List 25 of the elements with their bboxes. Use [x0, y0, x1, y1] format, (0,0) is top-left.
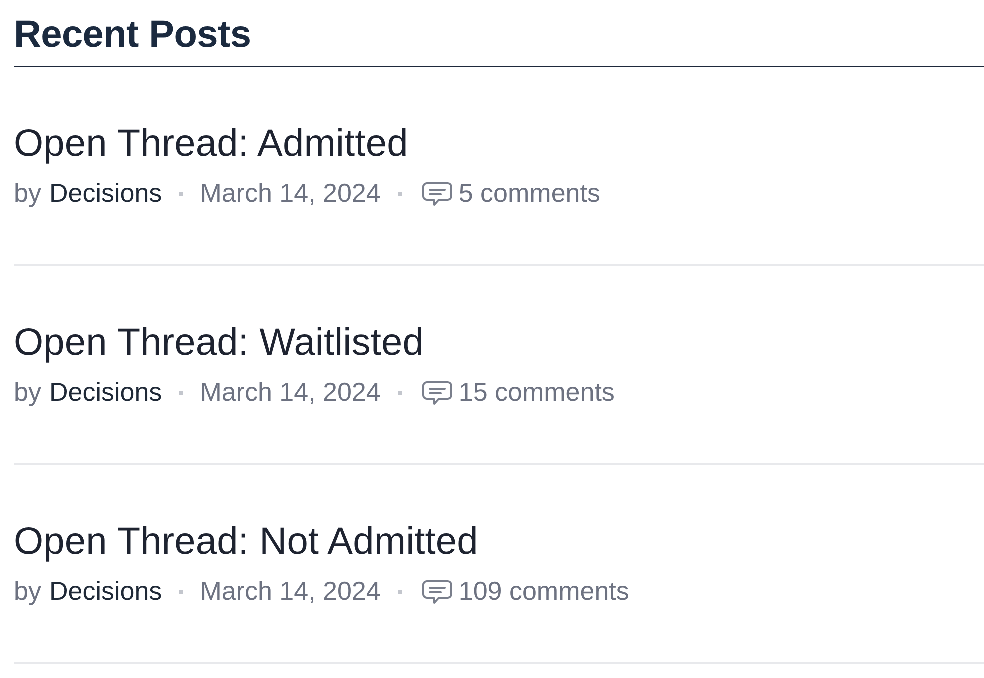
- post-title-link[interactable]: Open Thread: Not Admitted: [14, 519, 478, 565]
- comments-link[interactable]: 5 comments: [458, 177, 600, 209]
- separator-icon: [179, 391, 184, 395]
- separator-icon: [179, 590, 184, 594]
- comments-link[interactable]: 109 comments: [458, 575, 630, 607]
- post-date: March 14, 2024: [200, 177, 381, 209]
- post-title-link[interactable]: Open Thread: Admitted: [14, 121, 408, 167]
- post-title-link[interactable]: Open Thread: Waitlisted: [14, 320, 424, 366]
- author-link[interactable]: Decisions: [49, 376, 162, 408]
- author-link[interactable]: Decisions: [49, 177, 162, 209]
- comments-link[interactable]: 15 comments: [458, 376, 615, 408]
- separator-icon: [179, 192, 184, 196]
- comment-icon: [422, 381, 453, 406]
- separator-icon: [398, 391, 402, 395]
- by-label: by: [14, 177, 42, 209]
- comment-icon: [422, 182, 453, 207]
- author-link[interactable]: Decisions: [49, 575, 162, 607]
- by-label: by: [14, 575, 42, 607]
- post-date: March 14, 2024: [200, 575, 381, 607]
- separator-icon: [398, 192, 402, 196]
- post-date: March 14, 2024: [200, 376, 381, 408]
- comment-icon: [422, 580, 453, 605]
- separator-icon: [398, 590, 402, 594]
- section-heading: Recent Posts: [14, 12, 984, 67]
- by-label: by: [14, 376, 42, 408]
